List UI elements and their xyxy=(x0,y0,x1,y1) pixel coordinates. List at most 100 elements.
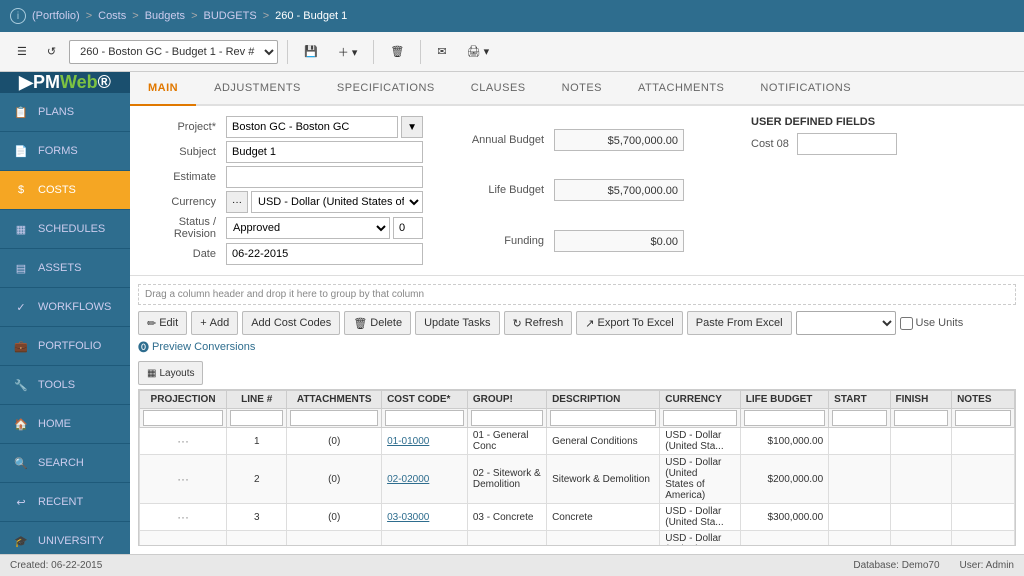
preview-conversions-button[interactable]: ⓿ Preview Conversions xyxy=(138,339,255,355)
currency-select[interactable]: USD - Dollar (United States of America) xyxy=(251,191,423,213)
filter-description-input[interactable] xyxy=(550,410,656,426)
add-button[interactable]: ＋ ▾ xyxy=(331,40,365,64)
add-cost-button[interactable]: + Add xyxy=(191,311,238,335)
filter-cost-code-input[interactable] xyxy=(385,410,464,426)
filter-projection-input[interactable] xyxy=(143,410,223,426)
export-excel-button[interactable]: ↗ Export To Excel xyxy=(576,311,682,335)
filter-line-input[interactable] xyxy=(230,410,283,426)
cost-code-link[interactable]: 01-01000 xyxy=(387,436,429,447)
cell-line: 3 xyxy=(227,504,287,531)
add-cost-codes-button[interactable]: Add Cost Codes xyxy=(242,311,340,335)
tab-adjustments[interactable]: ADJUSTMENTS xyxy=(196,72,319,106)
action-dots[interactable]: ··· xyxy=(177,434,189,448)
view-select[interactable] xyxy=(796,311,896,335)
breadcrumb-budgets[interactable]: Budgets xyxy=(145,10,185,22)
tab-main[interactable]: MAIN xyxy=(130,72,196,106)
filter-start-input[interactable] xyxy=(832,410,886,426)
sidebar-item-search[interactable]: 🔍 SEARCH xyxy=(0,444,130,483)
cell-attachments: (0) xyxy=(287,504,382,531)
use-units-checkbox[interactable] xyxy=(900,317,913,330)
workflows-icon: ✓ xyxy=(12,298,30,316)
filter-start xyxy=(829,409,890,428)
cell-start xyxy=(829,428,890,455)
sidebar-item-home[interactable]: 🏠 HOME xyxy=(0,405,130,444)
cost-code-link[interactable]: 03-03000 xyxy=(387,512,429,523)
update-tasks-button[interactable]: Update Tasks xyxy=(415,311,499,335)
info-icon[interactable]: i xyxy=(10,8,26,24)
sidebar-label-plans: PLANS xyxy=(38,106,74,118)
breadcrumb-costs[interactable]: Costs xyxy=(98,10,126,22)
tab-clauses[interactable]: CLAUSES xyxy=(453,72,544,106)
sidebar-item-tools[interactable]: 🔧 TOOLS xyxy=(0,366,130,405)
cell-line: 2 xyxy=(227,455,287,504)
form-area: Project* ▼ Subject Estimate Currency ···… xyxy=(130,106,1024,276)
cell-finish xyxy=(890,504,952,531)
project-browse-button[interactable]: ▼ xyxy=(401,116,423,138)
sidebar-label-search: SEARCH xyxy=(38,457,84,469)
filter-currency-input[interactable] xyxy=(663,410,737,426)
cell-notes xyxy=(952,455,1015,504)
delete-label: Delete xyxy=(370,317,402,329)
subject-input[interactable] xyxy=(226,141,423,163)
sidebar-item-workflows[interactable]: ✓ WORKFLOWS xyxy=(0,288,130,327)
cell-attachments: (0) xyxy=(287,428,382,455)
sidebar-item-forms[interactable]: 📄 FORMS xyxy=(0,132,130,171)
tab-specifications[interactable]: SPECIFICATIONS xyxy=(319,72,453,106)
filter-notes-input[interactable] xyxy=(955,410,1011,426)
currency-ellipsis-button[interactable]: ··· xyxy=(226,191,248,213)
status-select[interactable]: Approved xyxy=(226,217,390,239)
sidebar-item-costs[interactable]: $ COSTS xyxy=(0,171,130,210)
layouts-button[interactable]: ▦ Layouts xyxy=(138,361,203,385)
filter-attachments-input[interactable] xyxy=(290,410,378,426)
database-status: Database: Demo70 xyxy=(853,560,939,571)
breadcrumb-portfolio[interactable]: (Portfolio) xyxy=(32,10,80,22)
undo-button[interactable]: ↺ xyxy=(40,41,63,62)
action-dots[interactable]: ··· xyxy=(177,510,189,524)
estimate-input[interactable] xyxy=(226,166,423,188)
save-button[interactable]: 💾 xyxy=(297,41,325,62)
paste-label: Paste From Excel xyxy=(696,317,783,329)
drag-hint: Drag a column header and drop it here to… xyxy=(138,284,1016,305)
edit-button[interactable]: ✏ Edit xyxy=(138,311,187,335)
cost-code-link[interactable]: 02-02000 xyxy=(387,474,429,485)
layouts-label: Layouts xyxy=(159,368,194,379)
sidebar-item-portfolio[interactable]: 💼 PORTFOLIO xyxy=(0,327,130,366)
revision-input[interactable] xyxy=(393,217,423,239)
action-dots[interactable]: ··· xyxy=(177,472,189,486)
filter-finish-input[interactable] xyxy=(894,410,949,426)
data-table: PROJECTION LINE # ATTACHMENTS COST CODE*… xyxy=(139,390,1015,546)
filter-description xyxy=(547,409,660,428)
sidebar-item-schedules[interactable]: ▦ SCHEDULES xyxy=(0,210,130,249)
refresh-button[interactable]: ↻ Refresh xyxy=(504,311,573,335)
date-input[interactable] xyxy=(226,243,423,265)
main-layout: ▶PMWeb® 📋 PLANS 📄 FORMS $ COSTS ▦ SCHEDU… xyxy=(0,72,1024,554)
status-label: Status / Revision xyxy=(145,216,220,240)
add-label: Add xyxy=(210,317,230,329)
filter-finish xyxy=(890,409,952,428)
annual-budget-label: Annual Budget xyxy=(458,134,548,146)
tab-notifications[interactable]: NOTIFICATIONS xyxy=(742,72,869,106)
filter-group-input[interactable] xyxy=(471,410,543,426)
sidebar-item-plans[interactable]: 📋 PLANS xyxy=(0,93,130,132)
breadcrumb-budgets-all[interactable]: BUDGETS xyxy=(204,10,257,22)
delete-row-button[interactable]: 🗑 Delete xyxy=(344,311,411,335)
paste-excel-button[interactable]: Paste From Excel xyxy=(687,311,792,335)
tab-attachments[interactable]: ATTACHMENTS xyxy=(620,72,742,106)
menu-button[interactable]: ☰ xyxy=(10,41,34,62)
sidebar-item-recent[interactable]: ↩ RECENT xyxy=(0,483,130,522)
filter-attachments xyxy=(287,409,382,428)
cell-currency: USD - Dollar (United Sta... xyxy=(660,428,741,455)
filter-life-budget-input[interactable] xyxy=(744,410,825,426)
delete-button[interactable]: 🗑 xyxy=(383,41,411,62)
record-dropdown[interactable]: 260 - Boston GC - Budget 1 - Rev # xyxy=(69,40,278,64)
sidebar-item-assets[interactable]: ▤ ASSETS xyxy=(0,249,130,288)
print-button[interactable]: 🖨 ▾ xyxy=(460,41,497,62)
cost08-input[interactable] xyxy=(797,133,897,155)
tab-notes[interactable]: NOTES xyxy=(544,72,620,106)
email-button[interactable]: ✉ xyxy=(430,41,453,62)
sidebar-label-costs: COSTS xyxy=(38,184,76,196)
col-life-budget: LIFE BUDGET xyxy=(740,391,828,409)
logo-text: ▶PMWeb® xyxy=(19,72,111,93)
sidebar-item-university[interactable]: 🎓 UNIVERSITY xyxy=(0,522,130,554)
project-input[interactable] xyxy=(226,116,398,138)
